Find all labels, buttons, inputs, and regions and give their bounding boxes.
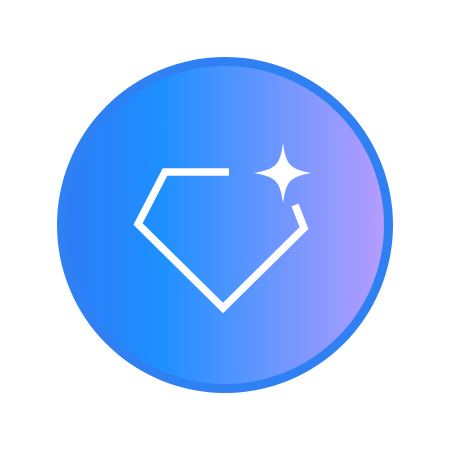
badge-disk	[66, 66, 384, 384]
app-badge	[57, 57, 393, 393]
app-icon-canvas	[0, 0, 450, 450]
diamond-sparkle-logo	[57, 57, 393, 393]
